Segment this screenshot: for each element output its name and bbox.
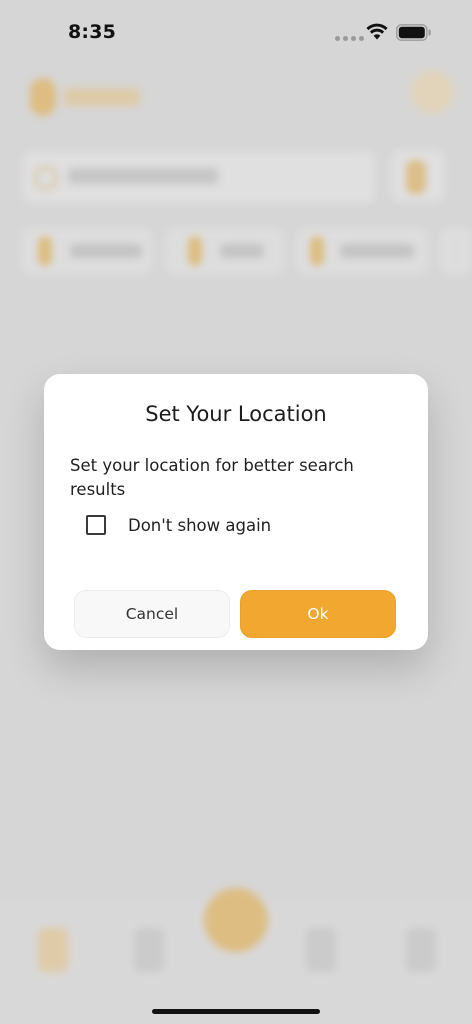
checkbox-label: Don't show again <box>128 515 272 535</box>
location-dialog: Set Your Location Set your location for … <box>44 374 428 650</box>
cancel-button[interactable]: Cancel <box>74 590 230 638</box>
battery-icon <box>396 24 431 41</box>
dialog-message: Set your location for better search resu… <box>70 456 354 499</box>
status-bar: 8:35 <box>0 0 472 64</box>
dialog-title: Set Your Location <box>145 402 327 426</box>
dont-show-again-toggle[interactable]: Don't show again <box>86 515 271 535</box>
home-indicator[interactable] <box>152 1009 320 1014</box>
ok-button[interactable]: Ok <box>240 590 396 638</box>
signal-dots-icon <box>335 36 364 41</box>
status-time: 8:35 <box>68 21 117 43</box>
wifi-icon <box>366 23 388 40</box>
checkbox-unchecked-icon[interactable] <box>86 515 106 535</box>
